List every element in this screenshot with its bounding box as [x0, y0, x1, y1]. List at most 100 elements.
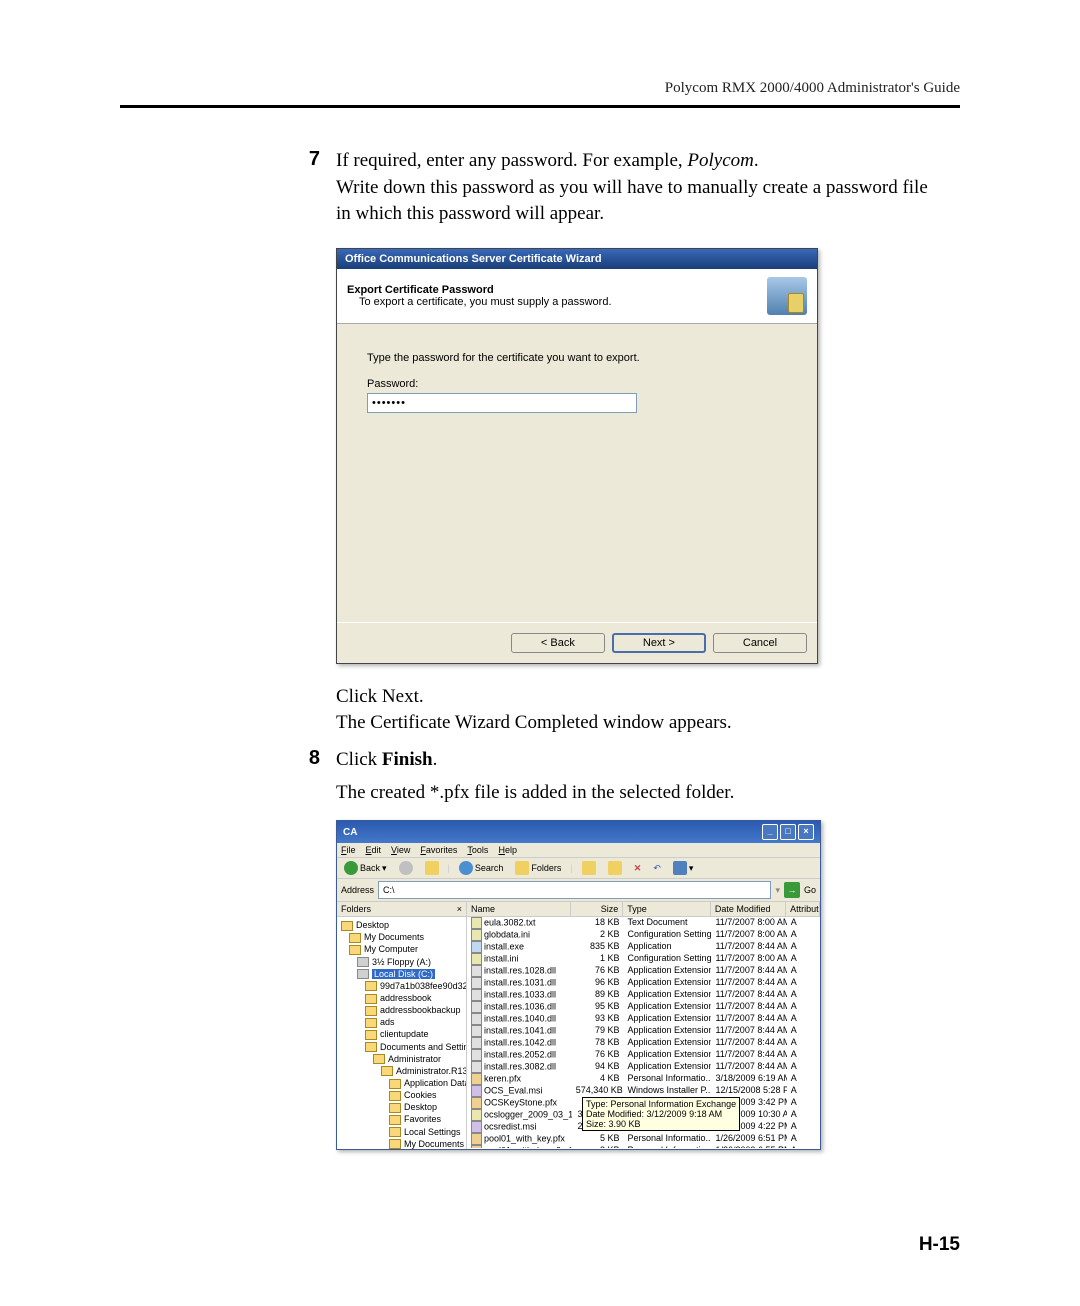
forward-toolbar-button[interactable]	[396, 860, 416, 876]
file-icon	[471, 929, 482, 941]
tree-item[interactable]: Desktop	[339, 1101, 464, 1113]
tree-item[interactable]: My Documents	[339, 1138, 464, 1149]
menu-view[interactable]: View	[391, 845, 410, 855]
menu-tools[interactable]: Tools	[467, 845, 488, 855]
tree-item[interactable]: Cookies	[339, 1089, 464, 1101]
file-list-pane: Name Size Type Date Modified Attributes …	[467, 902, 820, 1149]
explorer-toolbar: Back ▾ | Search Folders | ✕ ↶ ▾	[337, 858, 820, 879]
back-button[interactable]: < Back	[511, 633, 605, 653]
tree-item[interactable]: addressbookbackup	[339, 1004, 464, 1016]
tree-item[interactable]: Application Data	[339, 1077, 464, 1089]
tree-item[interactable]: addressbook	[339, 992, 464, 1004]
file-row[interactable]: OCS_Eval.msi574,340 KBWindows Installer …	[467, 1085, 820, 1097]
file-icon	[471, 989, 482, 1001]
tree-item[interactable]: My Computer	[339, 943, 464, 955]
file-row[interactable]: pool01_with_key.pfx5 KBPersonal Informat…	[467, 1133, 820, 1145]
folder-tree-title: Folders	[341, 904, 371, 914]
file-icon	[471, 1109, 482, 1121]
move-icon[interactable]	[579, 860, 599, 876]
file-tooltip: Type: Personal Information Exchange Date…	[582, 1097, 740, 1131]
step8-number: 8	[290, 747, 320, 774]
file-icon	[471, 941, 482, 953]
folder-icon	[341, 921, 353, 931]
tree-item[interactable]: clientupdate	[339, 1028, 464, 1040]
file-row[interactable]: install.exe835 KBApplication11/7/2007 8:…	[467, 941, 820, 953]
file-row[interactable]: install.res.1036.dll95 KBApplication Ext…	[467, 1001, 820, 1013]
tree-item[interactable]: Local Settings	[339, 1126, 464, 1138]
folder-tree-close-icon[interactable]: ×	[457, 904, 462, 914]
close-button[interactable]: ×	[798, 824, 814, 840]
folders-toolbar-button[interactable]: Folders	[512, 860, 564, 876]
file-row[interactable]: eula.3082.txt18 KBText Document11/7/2007…	[467, 917, 820, 929]
file-row[interactable]: install.res.1042.dll78 KBApplication Ext…	[467, 1037, 820, 1049]
file-icon	[471, 1073, 482, 1085]
folder-icon	[389, 1127, 401, 1137]
next-button[interactable]: Next >	[612, 633, 706, 653]
step7-number: 7	[290, 148, 320, 228]
password-input[interactable]	[367, 393, 637, 413]
wizard-heading: Export Certificate Password	[347, 284, 612, 296]
folder-icon	[365, 1006, 377, 1016]
file-icon	[471, 1001, 482, 1013]
wizard-subheading: To export a certificate, you must supply…	[359, 296, 612, 308]
menu-help[interactable]: Help	[498, 845, 517, 855]
file-row[interactable]: install.res.3082.dll94 KBApplication Ext…	[467, 1061, 820, 1073]
file-row[interactable]: install.res.1040.dll93 KBApplication Ext…	[467, 1013, 820, 1025]
drive-icon	[357, 957, 369, 967]
tree-item[interactable]: Local Disk (C:)	[339, 968, 464, 980]
wizard-footer: < Back Next > Cancel	[337, 622, 817, 663]
delete-icon[interactable]: ✕	[631, 862, 645, 875]
certificate-icon	[767, 277, 807, 315]
file-icon	[471, 1097, 482, 1109]
file-row[interactable]: install.res.1033.dll89 KBApplication Ext…	[467, 989, 820, 1001]
file-row[interactable]: install.ini1 KBConfiguration Settings11/…	[467, 953, 820, 965]
back-toolbar-button[interactable]: Back ▾	[341, 860, 390, 876]
file-row[interactable]: install.res.1028.dll76 KBApplication Ext…	[467, 965, 820, 977]
tree-item[interactable]: 3½ Floppy (A:)	[339, 956, 464, 968]
tree-item[interactable]: My Documents	[339, 931, 464, 943]
file-row[interactable]: globdata.ini2 KBConfiguration Settings11…	[467, 929, 820, 941]
cancel-button[interactable]: Cancel	[713, 633, 807, 653]
folder-icon	[389, 1115, 401, 1125]
tree-item[interactable]: ads	[339, 1016, 464, 1028]
step7-followup-2: The Certificate Wizard Completed window …	[336, 710, 940, 737]
folder-icon	[365, 1030, 377, 1040]
minimize-button[interactable]: _	[762, 824, 778, 840]
explorer-window: CA _ □ × FileEditViewFavoritesToolsHelp …	[336, 820, 821, 1150]
page-header: Polycom RMX 2000/4000 Administrator's Gu…	[120, 80, 960, 105]
folder-icon	[373, 1054, 385, 1064]
explorer-titlebar: CA _ □ ×	[337, 821, 820, 843]
views-icon[interactable]: ▾	[670, 860, 697, 876]
wizard-header: Export Certificate Password To export a …	[337, 269, 817, 324]
file-row[interactable]: install.res.1041.dll79 KBApplication Ext…	[467, 1025, 820, 1037]
file-row[interactable]: install.res.2052.dll76 KBApplication Ext…	[467, 1049, 820, 1061]
password-label: Password:	[367, 378, 787, 390]
tree-item[interactable]: 99d7a1b038fee90d32a227	[339, 980, 464, 992]
menu-edit[interactable]: Edit	[366, 845, 382, 855]
maximize-button[interactable]: □	[780, 824, 796, 840]
step8-text: Click Finish.	[336, 747, 437, 774]
folder-tree-pane: Folders × DesktopMy DocumentsMy Computer…	[337, 902, 467, 1149]
menu-file[interactable]: File	[341, 845, 356, 855]
file-icon	[471, 1085, 482, 1097]
file-icon	[471, 965, 482, 977]
menu-favorites[interactable]: Favorites	[420, 845, 457, 855]
tree-item[interactable]: Documents and Settings	[339, 1041, 464, 1053]
file-icon	[471, 917, 482, 929]
address-input[interactable]	[378, 881, 771, 899]
copy-icon[interactable]	[605, 860, 625, 876]
tree-item[interactable]: Administrator	[339, 1053, 464, 1065]
tree-item[interactable]: Desktop	[339, 919, 464, 931]
file-list-header[interactable]: Name Size Type Date Modified Attributes	[467, 902, 820, 917]
file-icon	[471, 1049, 482, 1061]
file-icon	[471, 1025, 482, 1037]
search-toolbar-button[interactable]: Search	[456, 860, 507, 876]
file-row[interactable]: install.res.1031.dll96 KBApplication Ext…	[467, 977, 820, 989]
up-toolbar-button[interactable]	[422, 860, 442, 876]
tree-item[interactable]: Favorites	[339, 1113, 464, 1125]
file-row[interactable]: pool01_with_key_2.pfx3 KBPersonal Inform…	[467, 1145, 820, 1148]
go-button[interactable]: →	[784, 882, 800, 898]
tree-item[interactable]: Administrator.R13	[339, 1065, 464, 1077]
file-row[interactable]: keren.pfx4 KBPersonal Informatio...3/18/…	[467, 1073, 820, 1085]
undo-icon[interactable]: ↶	[650, 862, 664, 875]
